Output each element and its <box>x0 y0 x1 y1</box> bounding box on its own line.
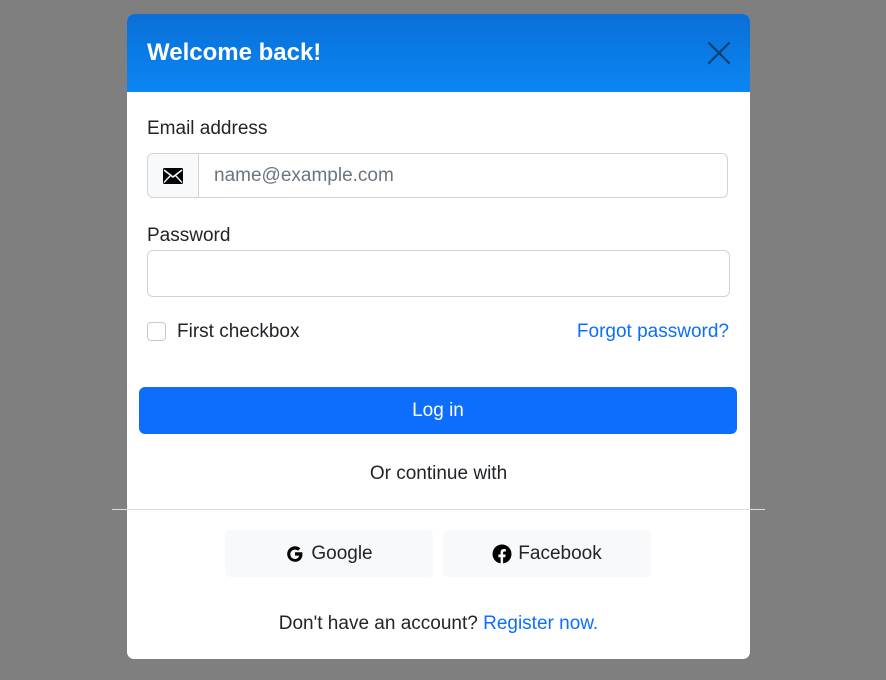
first-checkbox[interactable] <box>147 322 166 341</box>
google-button[interactable]: Google <box>225 530 433 577</box>
login-modal: Welcome back! Email address Password Fir… <box>112 14 765 659</box>
register-prompt: Don't have an account? Register now. <box>127 613 750 635</box>
facebook-icon <box>492 544 512 564</box>
email-label: Email address <box>147 118 268 139</box>
close-icon <box>707 41 731 65</box>
or-continue-text: Or continue with <box>369 463 508 484</box>
register-link[interactable]: Register now. <box>483 613 598 634</box>
email-input[interactable] <box>199 154 739 197</box>
password-input[interactable] <box>147 250 730 297</box>
forgot-password-link[interactable]: Forgot password? <box>577 321 729 343</box>
login-button[interactable]: Log in <box>139 387 737 434</box>
google-icon <box>287 545 303 562</box>
divider <box>112 509 765 510</box>
facebook-button[interactable]: Facebook <box>443 530 651 577</box>
close-button[interactable] <box>704 38 734 68</box>
checkbox-label[interactable]: First checkbox <box>177 321 299 343</box>
email-input-group <box>147 153 739 198</box>
modal-header: Welcome back! <box>127 14 750 92</box>
facebook-button-label: Facebook <box>518 542 602 564</box>
email-addon <box>148 154 199 197</box>
modal-title: Welcome back! <box>147 39 322 66</box>
register-prompt-text: Don't have an account? <box>278 613 478 634</box>
envelope-icon <box>163 167 183 184</box>
password-label: Password <box>147 225 231 246</box>
google-button-label: Google <box>311 542 373 564</box>
